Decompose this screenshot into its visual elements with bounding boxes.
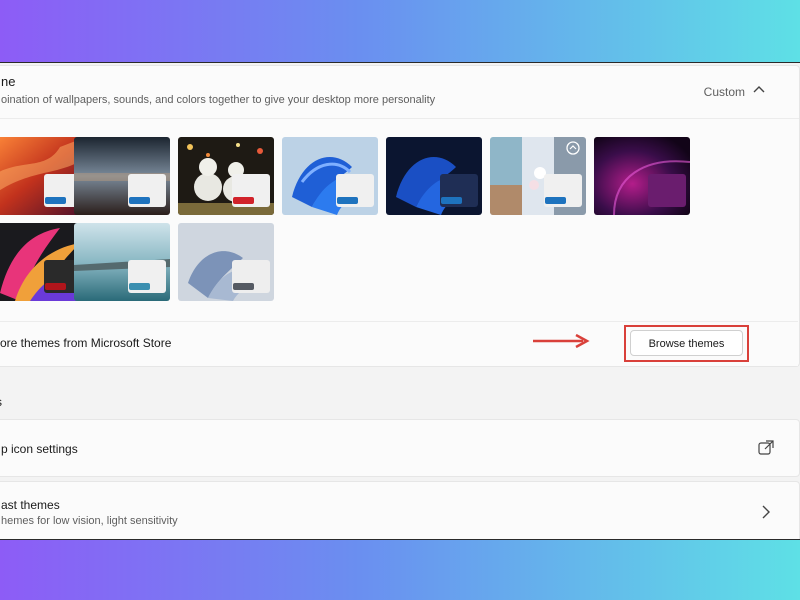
external-link-icon [758, 440, 774, 455]
annotation-arrow-icon [533, 334, 590, 348]
theme-tile-windows-bloom-dark[interactable] [386, 137, 482, 215]
tile-accent-bar [128, 283, 150, 291]
contrast-themes-label: ast themes [1, 498, 60, 512]
spotlight-camera-icon [566, 141, 580, 155]
theme-tile-spotlight[interactable] [490, 137, 586, 215]
tile-accent-bar [232, 197, 254, 205]
tile-accent-bar [232, 283, 254, 291]
section-heading: s [0, 395, 2, 409]
desktop-icon-settings-row[interactable]: p icon settings [0, 419, 800, 477]
chevron-up-icon[interactable] [749, 80, 769, 100]
get-more-themes-label: ore themes from Microsoft Store [0, 336, 172, 350]
screenshot-root: { "theme": { "title": "ne", "subtitle": … [0, 0, 800, 600]
settings-window: ne oination of wallpapers, sounds, and c… [0, 62, 800, 540]
theme-tile-snowmen[interactable] [178, 137, 274, 215]
theme-tile-sunrise[interactable] [178, 223, 274, 301]
browse-themes-button[interactable]: Browse themes [630, 330, 743, 356]
contrast-themes-row[interactable]: ast themes hemes for low vision, light s… [0, 481, 800, 539]
theme-subtitle: oination of wallpapers, sounds, and colo… [1, 94, 436, 106]
tile-accent-bar [128, 197, 150, 205]
theme-tile-dark-lake[interactable] [74, 137, 170, 215]
contrast-themes-description: hemes for low vision, light sensitivity [1, 515, 178, 527]
tile-accent-bar [336, 197, 358, 205]
desktop-icon-settings-label: p icon settings [1, 442, 78, 456]
theme-header[interactable]: ne oination of wallpapers, sounds, and c… [0, 66, 799, 119]
theme-title: ne [1, 74, 16, 89]
theme-tile-windows-bloom-light[interactable] [282, 137, 378, 215]
tile-accent-bar [648, 197, 670, 205]
tile-accent-bar [440, 197, 462, 205]
tile-accent-bar [544, 197, 566, 205]
theme-tile-purple-glow[interactable] [594, 137, 690, 215]
theme-state: Custom [703, 85, 745, 99]
tile-accent-bar [44, 283, 66, 291]
theme-tile-flow[interactable] [74, 223, 170, 301]
tile-accent-bar [44, 197, 66, 205]
chevron-right-icon [762, 505, 770, 519]
